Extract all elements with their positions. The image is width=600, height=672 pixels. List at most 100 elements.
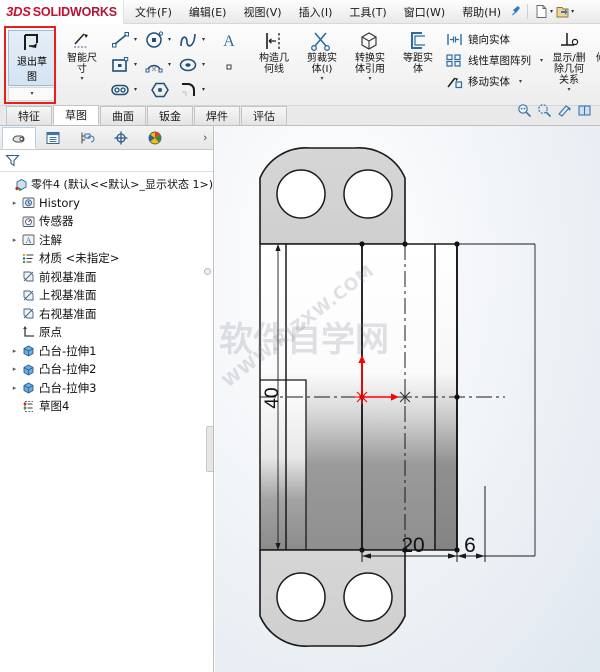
spline-button[interactable]: ▾ — [178, 27, 212, 52]
arc-caret[interactable]: ▾ — [168, 61, 171, 68]
tree-item-front-plane[interactable]: 前视基准面 — [0, 268, 213, 287]
smart-dimension-button[interactable]: 智能尺 寸 ▾ — [58, 26, 106, 83]
ellipse-caret[interactable]: ▾ — [202, 61, 205, 68]
fillet-button[interactable]: ▾ — [178, 77, 212, 102]
tree-item-sensors[interactable]: 传感器 — [0, 212, 213, 231]
panel-splitter-handle[interactable] — [206, 426, 213, 472]
menu-tools[interactable]: 工具(T) — [346, 2, 389, 22]
tree-arrow-boss-3[interactable]: ▸ — [9, 384, 20, 392]
open-document-button[interactable]: ▾ — [554, 4, 575, 19]
boss-extrude-icon — [20, 362, 37, 377]
tab-features[interactable]: 特征 — [6, 106, 52, 125]
fillet-caret[interactable]: ▾ — [202, 86, 205, 93]
tree-item-material[interactable]: 材质 <未指定> — [0, 249, 213, 268]
tree-item-origin[interactable]: 原点 — [0, 323, 213, 342]
exit-sketch-button[interactable]: 退出草 图 ▾ — [6, 28, 56, 101]
convert-entities-caret[interactable]: ▾ — [368, 76, 371, 83]
display-delete-relations-button[interactable]: 显示/删 除几何 关系 ▾ — [547, 26, 591, 94]
linear-sketch-pattern-button[interactable]: 线性草图阵列 ▾ — [446, 51, 543, 69]
display-manager-tab[interactable] — [138, 127, 172, 149]
exit-sketch-dropdown[interactable]: ▾ — [8, 87, 56, 101]
feature-manager-tab[interactable] — [2, 126, 36, 149]
ellipse-button[interactable]: ▾ — [178, 52, 212, 77]
point-button[interactable] — [212, 52, 246, 77]
new-document-button[interactable]: ▾ — [533, 4, 554, 19]
open-document-caret[interactable]: ▾ — [571, 8, 574, 15]
dimension-40-text: 40 — [262, 387, 283, 408]
convert-entities-button[interactable]: 转换实 体引用 ▾ — [346, 26, 394, 83]
menu-insert[interactable]: 插入(I) — [296, 2, 336, 22]
exit-sketch-button-face[interactable]: 退出草 图 — [8, 30, 56, 86]
slot-button[interactable]: ▾ — [110, 77, 144, 102]
tree-item-top-plane[interactable]: 上视基准面 — [0, 286, 213, 305]
menu-window[interactable]: 窗口(W) — [401, 2, 448, 22]
feature-manager-tabs: › — [0, 126, 213, 150]
configuration-manager-tab[interactable] — [70, 127, 104, 149]
tree-item-boss-extrude-2[interactable]: ▸ 凸台-拉伸2 — [0, 360, 213, 379]
line-button[interactable]: ▾ — [110, 27, 144, 52]
part-model-svg[interactable]: 40 20 6 — [215, 126, 600, 672]
tab-sketch[interactable]: 草图 — [53, 105, 99, 125]
panel-resize-dot[interactable] — [204, 268, 211, 275]
tree-arrow-history[interactable]: ▸ — [9, 199, 20, 207]
view-tools — [517, 103, 600, 125]
graphics-area[interactable]: 软件自学网 WWW.RJZXW.COM 40 20 6 — [215, 126, 600, 672]
exit-sketch-caret[interactable]: ▾ — [30, 91, 33, 98]
tab-surfaces[interactable]: 曲面 — [100, 106, 146, 125]
exit-sketch-label-2: 图 — [27, 72, 37, 83]
menu-view[interactable]: 视图(V) — [240, 2, 284, 22]
text-button[interactable]: A — [212, 27, 246, 52]
circle-button[interactable]: ▾ — [144, 27, 178, 52]
trim-entities-button[interactable]: 剪裁实 体(I) ▾ — [298, 26, 346, 83]
move-entities-caret[interactable]: ▾ — [519, 78, 522, 85]
move-entities-button[interactable]: 移动实体 ▾ — [446, 72, 543, 90]
tree-arrow-boss-2[interactable]: ▸ — [9, 365, 20, 373]
mirror-entities-button[interactable]: 镜向实体 — [446, 30, 543, 48]
offset-entities-button[interactable]: 等距实 体 — [394, 26, 442, 75]
tree-item-sketch-4[interactable]: 草图4 — [0, 397, 213, 416]
tree-arrow-boss-1[interactable]: ▸ — [9, 347, 20, 355]
tree-item-annotations[interactable]: ▸ A 注解 — [0, 231, 213, 250]
section-view-icon[interactable] — [577, 103, 592, 123]
pushpin-icon[interactable] — [511, 5, 522, 19]
spline-caret[interactable]: ▾ — [202, 36, 205, 43]
dimension-6-group[interactable]: 6 — [457, 486, 535, 562]
repair-sketch-button[interactable]: 修复草 图 — [591, 26, 600, 75]
dimxpert-manager-tab[interactable] — [104, 127, 138, 149]
property-manager-tab[interactable] — [36, 127, 70, 149]
rectangle-caret[interactable]: ▾ — [134, 61, 137, 68]
tree-item-right-plane[interactable]: 右视基准面 — [0, 305, 213, 324]
tree-item-boss-extrude-1[interactable]: ▸ 凸台-拉伸1 — [0, 342, 213, 361]
trim-entities-caret[interactable]: ▾ — [320, 76, 323, 83]
linear-sketch-pattern-caret[interactable]: ▾ — [540, 57, 543, 64]
tab-weldments[interactable]: 焊件 — [194, 106, 240, 125]
rectangle-button[interactable]: ▾ — [110, 52, 144, 77]
tab-sheetmetal[interactable]: 钣金 — [147, 106, 193, 125]
tree-item-history[interactable]: ▸ History — [0, 194, 213, 213]
line-caret[interactable]: ▾ — [134, 36, 137, 43]
zoom-to-area-icon[interactable] — [537, 103, 552, 123]
zoom-to-fit-icon[interactable] — [517, 103, 532, 123]
new-document-caret[interactable]: ▾ — [550, 8, 553, 15]
sketch-point-2[interactable] — [402, 241, 408, 247]
menu-help[interactable]: 帮助(H) — [459, 2, 504, 22]
panel-expand-arrow[interactable]: › — [203, 132, 207, 144]
menu-file[interactable]: 文件(F) — [132, 2, 175, 22]
tree-arrow-annotations[interactable]: ▸ — [9, 236, 20, 244]
arc-button[interactable]: ▾ — [144, 52, 178, 77]
tree-item-part[interactable]: 零件4 (默认<<默认>_显示状态 1>) — [0, 175, 213, 194]
feature-tree-filter[interactable] — [0, 150, 213, 172]
material-icon — [20, 251, 37, 266]
tree-item-boss-extrude-3-label: 凸台-拉伸3 — [39, 380, 97, 395]
circle-caret[interactable]: ▾ — [168, 36, 171, 43]
polygon-button[interactable] — [144, 77, 178, 102]
smart-dimension-caret[interactable]: ▾ — [80, 76, 83, 83]
menu-edit[interactable]: 编辑(E) — [186, 2, 230, 22]
slot-caret[interactable]: ▾ — [134, 86, 137, 93]
display-style-icon[interactable] — [557, 103, 572, 123]
tree-item-boss-extrude-3[interactable]: ▸ 凸台-拉伸3 — [0, 379, 213, 398]
tab-evaluate[interactable]: 评估 — [241, 106, 287, 125]
offset-entities-label-2: 体 — [413, 64, 423, 75]
display-delete-relations-caret[interactable]: ▾ — [568, 87, 571, 94]
construction-geometry-button[interactable]: 构造几 何线 — [250, 26, 298, 75]
